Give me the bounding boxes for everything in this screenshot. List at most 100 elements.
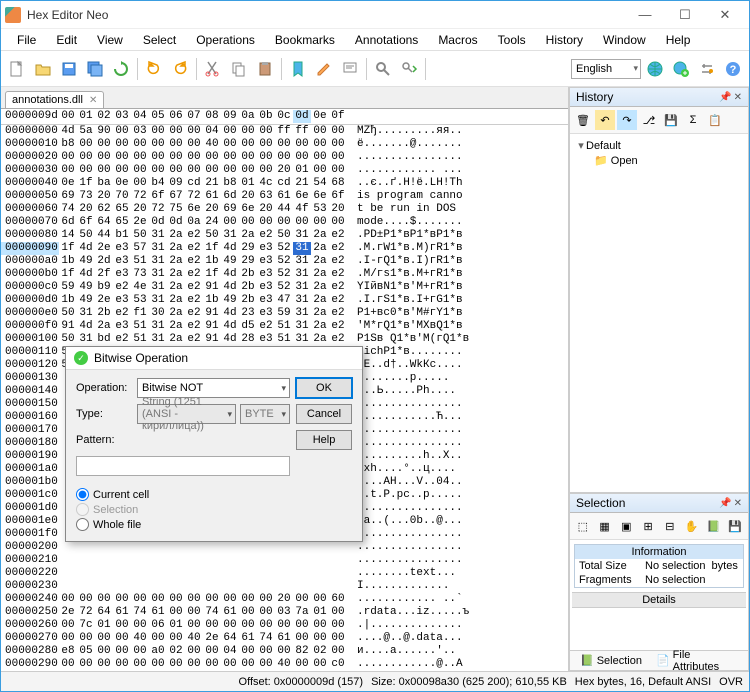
panel-close-icon[interactable]: ✕: [734, 498, 742, 509]
selection-info-header: Information: [575, 545, 743, 559]
hex-row[interactable]: 000000e050312be2f1302ae2914d23e359312ae2…: [1, 307, 568, 320]
history-branch-icon[interactable]: ⎇: [639, 110, 659, 130]
bottom-tab-attributes[interactable]: 📄 File Attributes: [650, 648, 744, 672]
sel-tool-6[interactable]: ✋: [682, 516, 702, 536]
hex-row[interactable]: 0000003000000000000000000000000020010000…: [1, 164, 568, 177]
help-button[interactable]: Help: [296, 430, 352, 450]
selection-toolbar: ⬚ ▦ ▣ ⊞ ⊟ ✋ 📗 💾: [570, 513, 748, 540]
save-button[interactable]: [57, 57, 81, 81]
hex-row[interactable]: 000000400e1fba0e00b409cd21b8014ccd215468…: [1, 177, 568, 190]
history-forward-icon[interactable]: ↷: [617, 110, 637, 130]
open-file-button[interactable]: [31, 57, 55, 81]
menu-help[interactable]: Help: [658, 31, 699, 49]
sel-tool-3[interactable]: ▣: [617, 516, 637, 536]
menu-bookmarks[interactable]: Bookmarks: [267, 31, 343, 49]
hex-row[interactable]: 000000b01f4d2fe373312ae21f4d2be352312ae2…: [1, 268, 568, 281]
cancel-button[interactable]: Cancel: [296, 404, 352, 424]
hex-row[interactable]: 000000706d6f64652e0d0d0a2400000000000000…: [1, 216, 568, 229]
panel-pin-icon[interactable]: 📌: [719, 498, 731, 509]
tabbar: annotations.dll ✕: [1, 87, 568, 109]
new-file-button[interactable]: [5, 57, 29, 81]
panel-close-icon[interactable]: ✕: [734, 92, 742, 103]
window-title: Hex Editor Neo: [27, 8, 625, 22]
menu-macros[interactable]: Macros: [430, 31, 485, 49]
settings-button[interactable]: [695, 57, 719, 81]
bottom-tab-selection[interactable]: 📗 Selection: [574, 653, 648, 668]
sel-tool-1[interactable]: ⬚: [573, 516, 593, 536]
menu-annotations[interactable]: Annotations: [347, 31, 426, 49]
tree-item-open[interactable]: 📁 Open: [576, 153, 742, 168]
globe-button[interactable]: [643, 57, 667, 81]
globe-add-button[interactable]: [669, 57, 693, 81]
find-button[interactable]: [371, 57, 395, 81]
hex-row[interactable]: 00000230І.............: [1, 580, 568, 593]
sel-tool-7[interactable]: 📗: [704, 516, 724, 536]
close-button[interactable]: ✕: [705, 3, 745, 27]
language-select[interactable]: English: [571, 59, 641, 79]
hex-row[interactable]: 0000002000000000000000000000000000000000…: [1, 151, 568, 164]
sel-tool-4[interactable]: ⊞: [638, 516, 658, 536]
undo-button[interactable]: [142, 57, 166, 81]
history-back-icon[interactable]: ↶: [595, 110, 615, 130]
history-clear-icon[interactable]: 🗑: [573, 110, 593, 130]
sel-tool-5[interactable]: ⊟: [660, 516, 680, 536]
hex-row[interactable]: 00000290000000000000000000000000400000c0…: [1, 658, 568, 671]
hex-row[interactable]: 0000027000000000400000402e64617461000000…: [1, 632, 568, 645]
panel-pin-icon[interactable]: 📌: [719, 92, 731, 103]
help-button[interactable]: ?: [721, 57, 745, 81]
hex-row[interactable]: 000002502e7264617461000074610000037a0100…: [1, 606, 568, 619]
menu-select[interactable]: Select: [135, 31, 184, 49]
menu-file[interactable]: File: [9, 31, 44, 49]
hex-row[interactable]: 000000004d5a90000300000004000000ffff0000…: [1, 125, 568, 138]
hex-row[interactable]: 00000210................: [1, 554, 568, 567]
hex-row[interactable]: 00000260007c0100000601000000000000000000…: [1, 619, 568, 632]
bookmark-button[interactable]: [286, 57, 310, 81]
statusbar: Offset: 0x0000009d (157) Size: 0x00098a3…: [1, 671, 749, 691]
hex-row[interactable]: 00000280e805000000a002000004000000820200…: [1, 645, 568, 658]
radio-whole-file[interactable]: Whole file: [76, 518, 352, 531]
hex-row[interactable]: 000000901f4d2ee357312ae21f4d29e352312ae2…: [1, 242, 568, 255]
maximize-button[interactable]: ☐: [665, 3, 705, 27]
sel-tool-8[interactable]: 💾: [725, 516, 745, 536]
hex-row[interactable]: 00000080145044b150312ae250312ae250312ae2…: [1, 229, 568, 242]
hex-row[interactable]: 0000024000000000000000000000000020000060…: [1, 593, 568, 606]
menu-view[interactable]: View: [89, 31, 131, 49]
paste-button[interactable]: [253, 57, 277, 81]
tab-close-icon[interactable]: ✕: [89, 95, 97, 106]
hex-row[interactable]: 0000005069732070726f6772616d2063616e6e6f…: [1, 190, 568, 203]
hex-row[interactable]: 000001005031bde251312ae2914d28e351312ae2…: [1, 333, 568, 346]
hex-row[interactable]: 000000c05949b9e24e312ae2914d2be352312ae2…: [1, 281, 568, 294]
hex-row[interactable]: 00000010b8000000000000004000000000000000…: [1, 138, 568, 151]
hex-row[interactable]: 000000d01b492ee353312ae21b492be347312ae2…: [1, 294, 568, 307]
redo-button[interactable]: [168, 57, 192, 81]
menu-operations[interactable]: Operations: [188, 31, 263, 49]
find-next-button[interactable]: [397, 57, 421, 81]
edit-button[interactable]: [312, 57, 336, 81]
tree-root[interactable]: ▾Default: [576, 138, 742, 153]
pattern-input[interactable]: [76, 456, 290, 476]
annotation-button[interactable]: [338, 57, 362, 81]
history-save-icon[interactable]: 💾: [661, 110, 681, 130]
ok-button[interactable]: OK: [296, 378, 352, 398]
minimize-button[interactable]: —: [625, 3, 665, 27]
menu-edit[interactable]: Edit: [48, 31, 85, 49]
menu-window[interactable]: Window: [595, 31, 654, 49]
hex-row[interactable]: 000000f0914d2ae351312ae2914dd5e251312ae2…: [1, 320, 568, 333]
hex-row[interactable]: 00000200................: [1, 541, 568, 554]
menu-tools[interactable]: Tools: [490, 31, 534, 49]
cut-button[interactable]: [201, 57, 225, 81]
hex-row[interactable]: 000000a01b492de351312ae21b4929e352312ae2…: [1, 255, 568, 268]
history-filter-icon[interactable]: Σ: [683, 110, 703, 130]
hex-row[interactable]: 00000060742062652072756e20696e20444f5320…: [1, 203, 568, 216]
save-all-button[interactable]: [83, 57, 107, 81]
copy-button[interactable]: [227, 57, 251, 81]
menu-history[interactable]: History: [538, 31, 591, 49]
hex-row[interactable]: 00000220........text...: [1, 567, 568, 580]
history-copy-icon[interactable]: 📋: [705, 110, 725, 130]
operation-select[interactable]: Bitwise NOT: [137, 378, 290, 398]
refresh-button[interactable]: [109, 57, 133, 81]
file-tab[interactable]: annotations.dll ✕: [5, 91, 104, 108]
sel-tool-2[interactable]: ▦: [595, 516, 615, 536]
radio-current-cell[interactable]: Current cell: [76, 488, 352, 501]
byte-select: BYTE: [240, 404, 290, 424]
